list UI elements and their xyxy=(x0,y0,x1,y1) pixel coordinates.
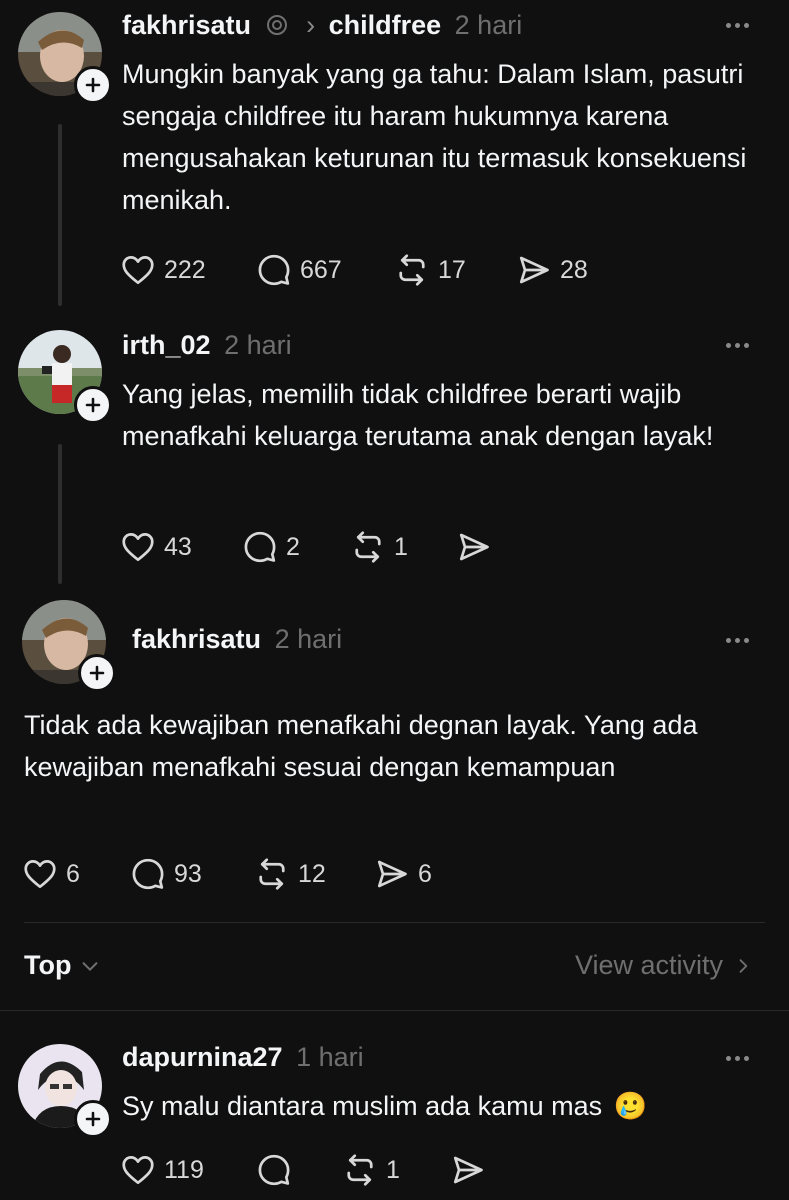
heart-icon xyxy=(120,529,156,565)
username[interactable]: dapurnina27 xyxy=(122,1042,283,1072)
divider xyxy=(0,1010,789,1011)
share-button[interactable]: 6 xyxy=(374,856,432,892)
repost-icon xyxy=(350,529,386,565)
reply-button[interactable] xyxy=(256,1152,300,1188)
post-text: Yang jelas, memilih tidak childfree bera… xyxy=(122,379,714,451)
repost-count: 17 xyxy=(438,255,466,284)
username[interactable]: irth_02 xyxy=(122,330,211,360)
sort-dropdown[interactable]: Top xyxy=(24,950,101,981)
more-icon[interactable] xyxy=(726,1053,756,1063)
comment-icon xyxy=(256,252,292,288)
repost-count: 1 xyxy=(394,532,408,561)
like-count: 6 xyxy=(66,859,80,888)
timestamp: 2 hari xyxy=(274,624,343,654)
smiling-tear-emoji: 🥲 xyxy=(613,1091,648,1121)
repost-icon xyxy=(394,252,430,288)
share-count: 6 xyxy=(418,859,432,888)
share-icon xyxy=(516,252,552,288)
timestamp: 1 hari xyxy=(296,1042,364,1072)
thread-line xyxy=(58,444,62,584)
more-icon[interactable] xyxy=(726,340,756,350)
divider xyxy=(24,922,765,923)
timestamp: 2 hari xyxy=(454,10,523,40)
repost-icon xyxy=(342,1152,378,1188)
share-icon xyxy=(374,856,410,892)
community-link[interactable]: childfree xyxy=(329,10,442,40)
reply-button[interactable]: 667 xyxy=(256,252,342,288)
heart-icon xyxy=(120,252,156,288)
post-header: fakhrisatu › childfree 2 hari xyxy=(122,10,522,41)
share-icon xyxy=(456,529,492,565)
heart-icon xyxy=(22,856,58,892)
post-header: irth_02 2 hari xyxy=(122,330,292,361)
follow-plus-icon[interactable] xyxy=(74,1100,112,1138)
comment-icon xyxy=(242,529,278,565)
repost-count: 12 xyxy=(298,859,326,888)
reply-count: 2 xyxy=(286,532,300,561)
follow-plus-icon[interactable] xyxy=(74,386,112,424)
more-icon[interactable] xyxy=(726,20,756,30)
repost-button[interactable]: 1 xyxy=(350,529,408,565)
heart-icon xyxy=(120,1152,156,1188)
reply-button[interactable]: 93 xyxy=(130,856,202,892)
sort-label: Top xyxy=(24,950,72,980)
username[interactable]: fakhrisatu xyxy=(132,624,261,654)
like-button[interactable]: 6 xyxy=(22,856,80,892)
threads-icon xyxy=(266,15,287,35)
follow-plus-icon[interactable] xyxy=(74,66,112,104)
comment-icon xyxy=(256,1152,292,1188)
follow-plus-icon[interactable] xyxy=(78,654,116,692)
like-count: 43 xyxy=(164,532,192,561)
reply-button[interactable]: 2 xyxy=(242,529,300,565)
post-text: Sy malu diantara muslim ada kamu mas 🥲 xyxy=(122,1085,762,1127)
post-text: Mungkin banyak yang ga tahu: Dalam Islam… xyxy=(122,59,747,215)
username[interactable]: fakhrisatu xyxy=(122,10,251,40)
chevron-down-icon xyxy=(83,961,98,971)
like-count: 119 xyxy=(164,1155,204,1184)
reply-text: Sy malu diantara muslim ada kamu mas xyxy=(122,1091,603,1121)
repost-button[interactable]: 1 xyxy=(342,1152,400,1188)
reply-count: 93 xyxy=(174,859,202,888)
view-activity-link[interactable]: View activity xyxy=(575,950,753,981)
timestamp: 2 hari xyxy=(224,330,292,360)
like-count: 222 xyxy=(164,255,206,284)
comment-icon xyxy=(130,856,166,892)
more-icon[interactable] xyxy=(726,635,756,645)
thread-line xyxy=(58,124,62,306)
share-count: 28 xyxy=(560,255,588,284)
like-button[interactable]: 43 xyxy=(120,529,192,565)
repost-count: 1 xyxy=(386,1155,400,1184)
share-button[interactable]: 28 xyxy=(516,252,588,288)
share-icon xyxy=(450,1152,486,1188)
like-button[interactable]: 222 xyxy=(120,252,206,288)
repost-button[interactable]: 17 xyxy=(394,252,466,288)
like-button[interactable]: 119 xyxy=(120,1152,204,1188)
share-button[interactable] xyxy=(450,1152,494,1188)
share-button[interactable] xyxy=(456,529,500,565)
chevron-right-icon: › xyxy=(306,10,316,40)
repost-icon xyxy=(254,856,290,892)
view-activity-label: View activity xyxy=(574,950,723,980)
post-header: fakhrisatu 2 hari xyxy=(132,624,342,655)
chevron-right-icon xyxy=(739,958,748,973)
repost-button[interactable]: 12 xyxy=(254,856,326,892)
reply-count: 667 xyxy=(300,255,342,284)
post-text: Tidak ada kewajiban menafkahi degnan lay… xyxy=(24,710,698,782)
post-header: dapurnina27 1 hari xyxy=(122,1042,364,1073)
